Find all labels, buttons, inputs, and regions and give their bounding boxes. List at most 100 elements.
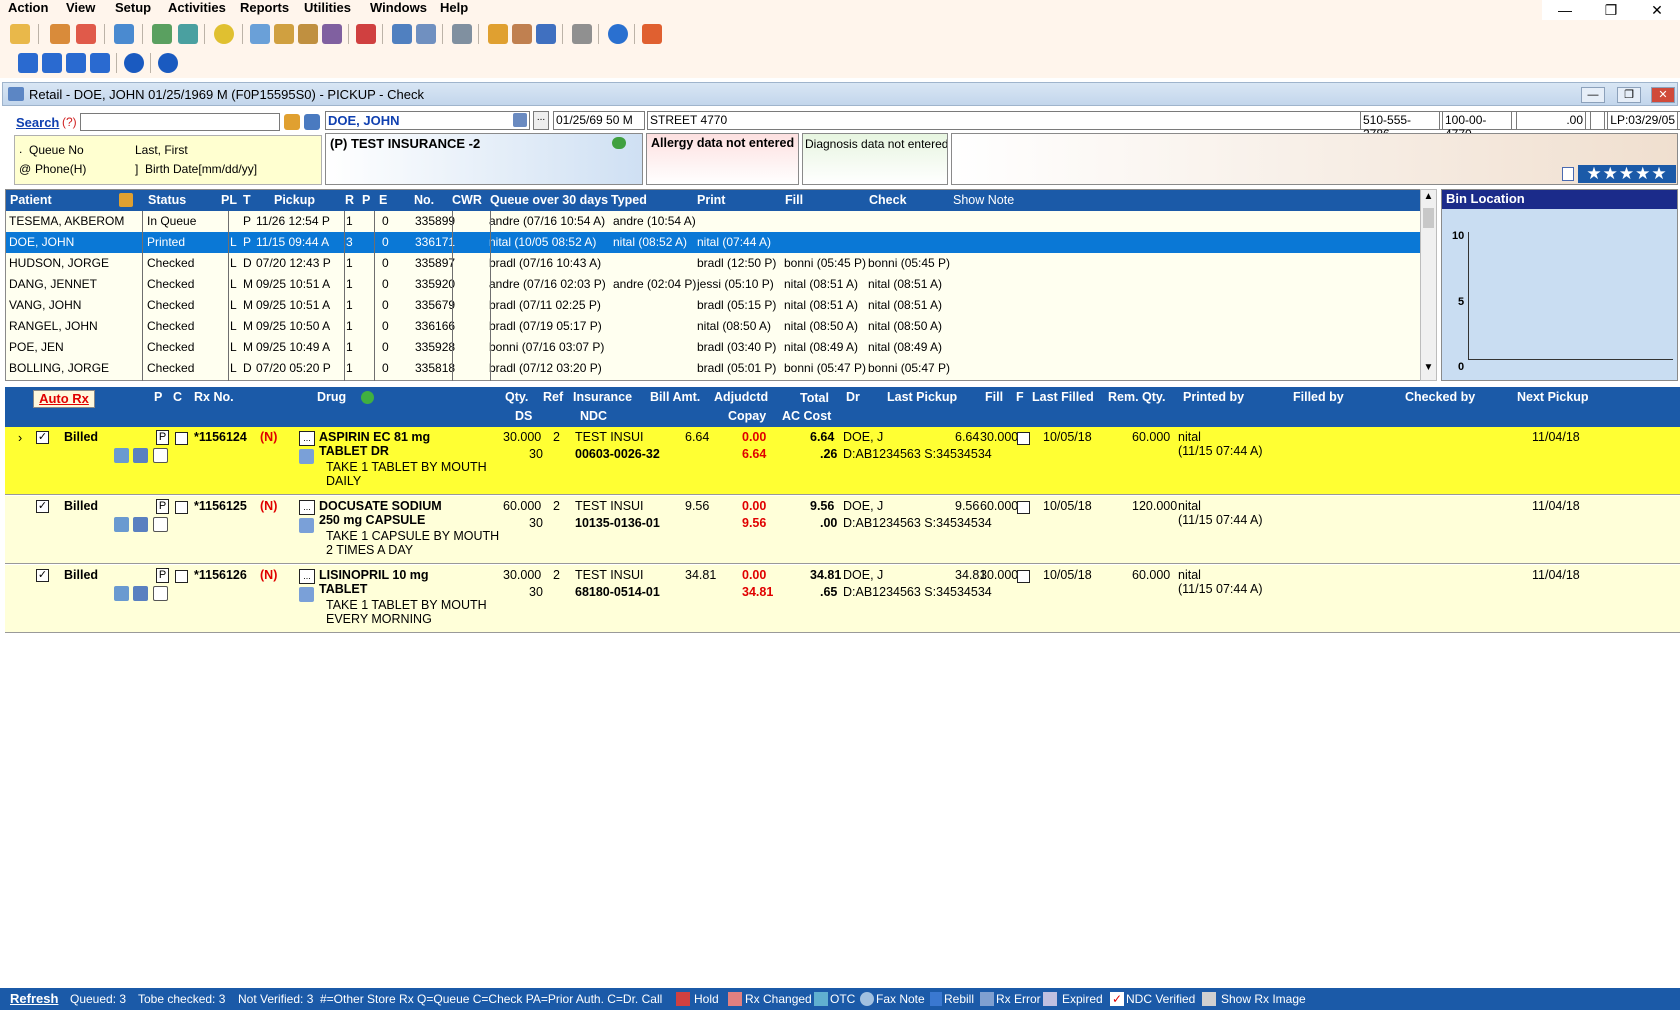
search-user-icon[interactable] (284, 114, 300, 130)
lock-icon[interactable] (322, 24, 342, 44)
col-p[interactable]: P (362, 193, 370, 207)
col-status[interactable]: Status (148, 193, 186, 207)
restore-button[interactable]: ❐ (1588, 0, 1634, 20)
patient-lookup-button[interactable]: ... (533, 111, 549, 130)
document-icon[interactable] (153, 586, 168, 601)
check-flag-checkbox[interactable] (175, 432, 188, 445)
allergy-panel[interactable]: Allergy data not entered (646, 133, 799, 185)
drug-lookup-button[interactable]: ... (299, 431, 315, 446)
queue-row[interactable]: DOE, JOHN Printed L P 11/15 09:44 A 3 0 336171 n… (6, 232, 1420, 253)
patient-card-icon[interactable] (513, 113, 527, 127)
prescriber-icon[interactable] (114, 24, 134, 44)
menu-utilities[interactable]: Utilities (304, 0, 351, 16)
col-print[interactable]: Print (697, 193, 725, 207)
drug-lookup-button[interactable]: ... (299, 569, 315, 584)
rx-row[interactable]: › Billed *1156124 (N) ASPIRIN EC 81 mg TABLET… (5, 427, 1680, 495)
print-flag-box[interactable]: P (156, 499, 169, 514)
menu-help[interactable]: Help (440, 0, 468, 16)
f-flag-checkbox[interactable] (1017, 570, 1030, 583)
check-flag-checkbox[interactable] (175, 501, 188, 514)
dollar-icon[interactable] (214, 24, 234, 44)
document-icon[interactable] (153, 448, 168, 463)
queue-row[interactable]: RANGEL, JOHN Checked L M 09/25 10:50 A 1 0 3361… (6, 316, 1420, 337)
rx-row[interactable]: Billed *1156125 (N) DOCUSATE SODIUM 250 mg C… (5, 496, 1680, 564)
note-document-icon[interactable] (1562, 167, 1574, 181)
calculator-icon[interactable] (152, 24, 172, 44)
col-fill[interactable]: Fill (785, 193, 803, 207)
user-icon[interactable] (10, 24, 30, 44)
child-restore-button[interactable]: ❐ (1617, 87, 1641, 103)
col-cwr[interactable]: CWR (452, 193, 482, 207)
patient-sort-icon[interactable] (119, 193, 133, 207)
first-record-icon[interactable] (18, 53, 38, 73)
patient-icon[interactable] (50, 24, 70, 44)
group-icon[interactable] (274, 24, 294, 44)
report-icon[interactable] (452, 24, 472, 44)
rx-col-c[interactable]: C (173, 390, 182, 404)
col-r[interactable]: R (345, 193, 354, 207)
rx-col-ac-cost[interactable]: AC Cost (782, 409, 831, 423)
search-input[interactable] (80, 113, 280, 131)
rx-col-total[interactable]: Total (800, 391, 829, 405)
next-record-icon[interactable] (66, 53, 86, 73)
rating-stars[interactable]: ★★★★★ (1578, 165, 1676, 183)
rx-col-copay[interactable]: Copay (728, 409, 766, 423)
minimize-button[interactable]: — (1542, 0, 1588, 20)
col-no[interactable]: No. (414, 193, 434, 207)
refresh-link[interactable]: Refresh (10, 991, 58, 1006)
col-check[interactable]: Check (869, 193, 907, 207)
home-icon[interactable] (76, 24, 96, 44)
document-icon[interactable] (153, 517, 168, 532)
rx-col-p[interactable]: P (154, 390, 162, 404)
rx-col-dr[interactable]: Dr (846, 390, 860, 404)
fax-icon[interactable] (392, 24, 412, 44)
auto-rx-button[interactable]: Auto Rx (33, 390, 95, 408)
rx-select-checkbox[interactable]: ✓ (36, 431, 49, 444)
rx-col-filled-by[interactable]: Filled by (1293, 390, 1344, 404)
rx-col-adjudctd[interactable]: Adjudctd (714, 390, 768, 404)
queue-row[interactable]: POE, JEN Checked L M 09/25 10:49 A 1 0 335928 bo… (6, 337, 1420, 358)
team-icon[interactable] (298, 24, 318, 44)
delivery-icon[interactable] (356, 24, 376, 44)
col-pl[interactable]: PL (221, 193, 237, 207)
col-t[interactable]: T (243, 193, 251, 207)
fax-icon[interactable] (114, 448, 129, 463)
menu-reports[interactable]: Reports (240, 0, 289, 16)
rx-col-ndc[interactable]: NDC (580, 409, 607, 423)
rx-select-checkbox[interactable]: ✓ (36, 500, 49, 513)
col-patient[interactable]: Patient (10, 193, 52, 207)
rx-col-rem-qty[interactable]: Rem. Qty. (1108, 390, 1165, 404)
rx-col-checked-by[interactable]: Checked by (1405, 390, 1475, 404)
rx-col-ds[interactable]: DS (515, 409, 532, 423)
chart-icon[interactable] (512, 24, 532, 44)
search-label[interactable]: Search (16, 115, 59, 130)
col-show-note[interactable]: Show Note (953, 193, 1014, 207)
copy-icon[interactable] (572, 24, 592, 44)
refill-icon[interactable] (133, 586, 148, 601)
cancel-icon[interactable] (158, 53, 178, 73)
insurance-panel[interactable]: (P) TEST INSURANCE -2 (325, 133, 643, 185)
rx-col-printed-by[interactable]: Printed by (1183, 390, 1244, 404)
last-record-icon[interactable] (90, 53, 110, 73)
tools-icon[interactable] (250, 24, 270, 44)
drug-info-icon[interactable] (299, 518, 314, 533)
diagnosis-panel[interactable]: Diagnosis data not entered. (802, 133, 948, 185)
search-options-icon[interactable] (304, 114, 320, 130)
notes-panel[interactable]: ★★★★★ (951, 133, 1678, 185)
f-flag-checkbox[interactable] (1017, 501, 1030, 514)
close-button[interactable]: ✕ (1634, 0, 1680, 20)
previous-record-icon[interactable] (42, 53, 62, 73)
rx-col-bill-amt[interactable]: Bill Amt. (650, 390, 700, 404)
fax-icon[interactable] (114, 517, 129, 532)
exit-icon[interactable] (642, 24, 662, 44)
rx-col-f[interactable]: F (1016, 390, 1024, 404)
search-help-label[interactable]: (?) (62, 115, 77, 129)
queue-row[interactable]: TESEMA, AKBEROM In Queue P 11/26 12:54 P 1 0 3… (6, 211, 1420, 232)
menu-view[interactable]: View (66, 0, 95, 16)
menu-windows[interactable]: Windows (370, 0, 427, 16)
rx-col-next-pickup[interactable]: Next Pickup (1517, 390, 1589, 404)
queue-row[interactable]: VANG, JOHN Checked L M 09/25 10:51 A 1 0 335679… (6, 295, 1420, 316)
child-close-button[interactable]: ✕ (1651, 87, 1675, 103)
rx-col-last-filled[interactable]: Last Filled (1032, 390, 1094, 404)
rx-col-last-pickup[interactable]: Last Pickup (887, 390, 957, 404)
